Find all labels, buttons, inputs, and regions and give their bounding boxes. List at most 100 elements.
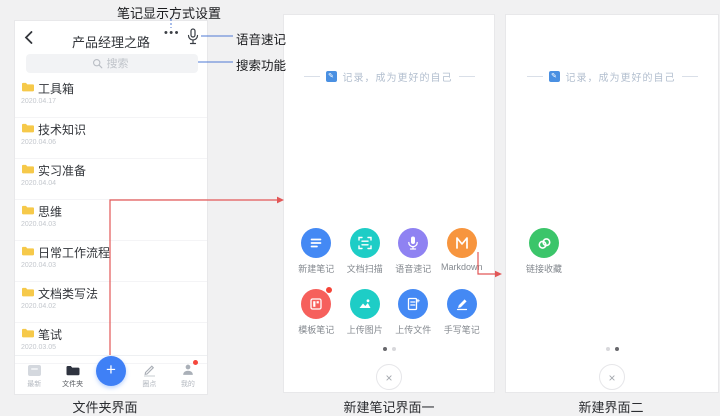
folder-list: 工具箱 2020.04.17 技术知识 2020.04.06 实习准备 2020…	[15, 77, 207, 364]
tagline-text: 记录，成为更好的自己	[343, 69, 453, 84]
new-note-screen-1-panel: ✎ 记录，成为更好的自己 新建笔记 文档扫描 语音速记	[283, 14, 495, 393]
search-input[interactable]	[107, 58, 133, 70]
caption-new-note-screen-1: 新建笔记界面一	[314, 397, 464, 416]
folder-name: 技术知识	[38, 121, 86, 138]
annotation-search-function: 搜索功能	[236, 55, 286, 74]
tab-folders-label: 文件夹	[62, 379, 83, 389]
action-label: 模板笔记	[298, 323, 334, 336]
notification-dot	[193, 360, 198, 365]
folder-list-item[interactable]: 文档类写法 2020.04.02	[15, 282, 207, 323]
tab-latest[interactable]: 最新	[15, 362, 53, 389]
tab-add-note[interactable]: +	[92, 364, 130, 386]
action-upload-file[interactable]: 上传文件	[390, 289, 436, 336]
annotation-note-display-settings: 笔记显示方式设置	[117, 3, 221, 22]
folder-date: 2020.04.03	[21, 262, 56, 269]
action-label: 链接收藏	[526, 262, 562, 275]
note-lines-icon[interactable]	[301, 228, 331, 258]
annotation-voice-shorthand: 语音速记	[236, 29, 286, 48]
action-markdown[interactable]: Markdown	[439, 228, 485, 275]
action-voice-note[interactable]: 语音速记	[390, 228, 436, 275]
action-label: Markdown	[441, 262, 483, 272]
pencil-icon[interactable]	[447, 289, 477, 319]
tab-annotate-label: 圈点	[142, 379, 156, 389]
note-logo-icon: ✎	[326, 71, 337, 82]
scan-icon[interactable]	[350, 228, 380, 258]
caption-new-note-screen-2: 新建界面二	[551, 397, 671, 416]
image-icon[interactable]	[350, 289, 380, 319]
folder-name: 思维	[38, 203, 62, 220]
action-link-collect[interactable]: 链接收藏	[521, 228, 567, 275]
search-bar[interactable]	[26, 54, 198, 73]
file-icon[interactable]	[398, 289, 428, 319]
bottom-tab-bar: 最新 文件夹 + 圈点 我的	[15, 355, 207, 394]
folder-name: 文档类写法	[38, 285, 98, 302]
markdown-m-icon[interactable]	[447, 228, 477, 258]
folder-date: 2020.04.17	[21, 98, 56, 105]
folder-icon	[21, 163, 35, 175]
page-dot-active	[615, 347, 619, 351]
tagline: ✎ 记录，成为更好的自己	[284, 69, 494, 84]
folder-icon	[21, 327, 35, 339]
action-label: 文档扫描	[347, 262, 383, 275]
plus-button[interactable]: +	[96, 356, 126, 386]
folder-icon	[21, 245, 35, 257]
folder-icon	[21, 122, 35, 134]
tab-latest-label: 最新	[27, 379, 41, 389]
tagline: ✎ 记录，成为更好的自己	[506, 69, 718, 84]
folder-name: 日常工作流程	[38, 244, 110, 261]
folder-list-item[interactable]: 思维 2020.04.03	[15, 200, 207, 241]
folder-date: 2020.04.03	[21, 221, 56, 228]
folder-dark-icon	[65, 362, 81, 377]
folder-list-item[interactable]: 日常工作流程 2020.04.03	[15, 241, 207, 282]
template-icon[interactable]	[301, 289, 331, 319]
folder-name: 笔试	[38, 326, 62, 343]
tagline-dash	[304, 76, 320, 77]
link-icon[interactable]	[529, 228, 559, 258]
action-handwriting-note[interactable]: 手写笔记	[439, 289, 485, 336]
folder-name: 实习准备	[38, 162, 86, 179]
new-note-screen-2-panel: ✎ 记录，成为更好的自己 链接收藏 ×	[505, 14, 719, 393]
latest-icon	[27, 362, 42, 377]
pen-icon	[142, 362, 157, 377]
caption-folder-screen: 文件夹界面	[45, 397, 165, 416]
close-button[interactable]: ×	[376, 364, 402, 390]
tagline-dash	[459, 76, 475, 77]
page-dot	[606, 347, 610, 351]
pagination-dots	[284, 347, 494, 351]
more-options-icon[interactable]: •••	[164, 27, 180, 39]
microphone-icon[interactable]	[398, 228, 428, 258]
close-button[interactable]: ×	[599, 364, 625, 390]
folder-icon	[21, 286, 35, 298]
action-label: 新建笔记	[298, 262, 334, 275]
folder-list-item[interactable]: 实习准备 2020.04.04	[15, 159, 207, 200]
tagline-dash	[527, 76, 543, 77]
action-new-note[interactable]: 新建笔记	[293, 228, 339, 275]
folder-screen-panel: 产品经理之路 ••• 工具箱 2020.04.17 技术知识	[14, 20, 208, 395]
tab-folders[interactable]: 文件夹	[53, 362, 91, 389]
action-template-note[interactable]: 模板笔记	[293, 289, 339, 336]
action-label: 上传图片	[347, 323, 383, 336]
action-grid-row-1: 新建笔记 文档扫描 语音速记 Markdown	[292, 228, 486, 275]
folder-date: 2020.04.02	[21, 303, 56, 310]
new-badge-dot	[326, 287, 332, 293]
action-grid-row-2: 模板笔记 上传图片 上传文件 手写笔记	[292, 289, 486, 336]
folder-icon	[21, 204, 35, 216]
folder-name: 工具箱	[38, 80, 74, 97]
pagination-dots	[506, 347, 718, 351]
tagline-dash	[682, 76, 698, 77]
tab-mine[interactable]: 我的	[169, 362, 207, 389]
action-doc-scan[interactable]: 文档扫描	[342, 228, 388, 275]
action-label: 上传文件	[395, 323, 431, 336]
action-upload-image[interactable]: 上传图片	[342, 289, 388, 336]
page-dot-active	[383, 347, 387, 351]
spec-page: 笔记显示方式设置 语音速记 搜索功能 产品经理之路 ••• 工具箱	[0, 0, 720, 416]
person-icon	[181, 362, 195, 377]
microphone-icon[interactable]	[187, 28, 199, 50]
red-arrowhead-2	[495, 271, 502, 277]
tab-annotate[interactable]: 圈点	[130, 362, 168, 389]
action-label: 语音速记	[395, 262, 431, 275]
folder-list-item[interactable]: 技术知识 2020.04.06	[15, 118, 207, 159]
folder-list-item[interactable]: 工具箱 2020.04.17	[15, 77, 207, 118]
folder-date: 2020.04.04	[21, 180, 56, 187]
note-logo-icon: ✎	[549, 71, 560, 82]
